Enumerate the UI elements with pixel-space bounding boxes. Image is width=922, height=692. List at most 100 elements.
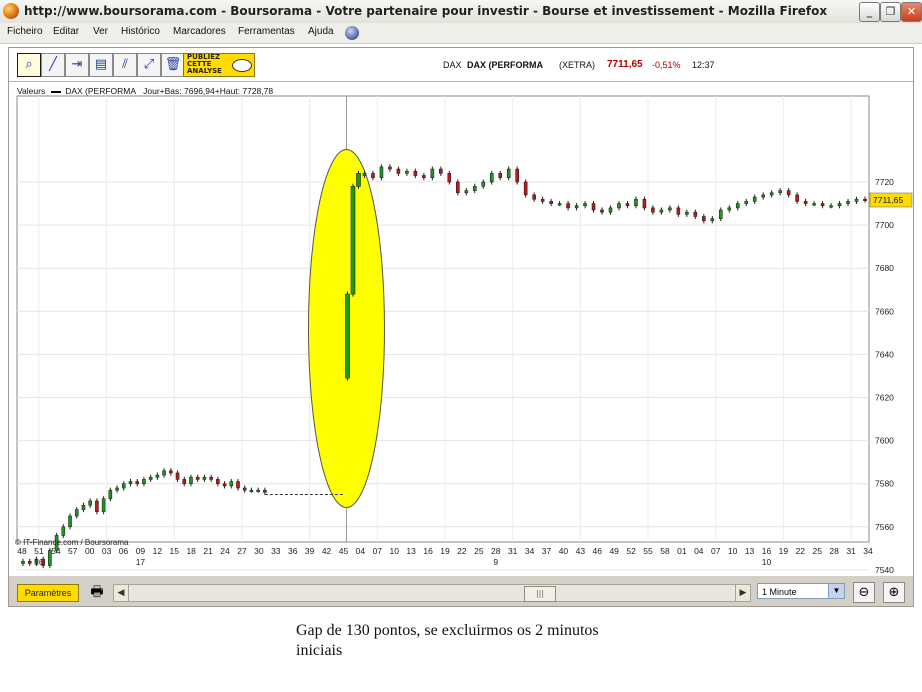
x-tick-label: 16 <box>423 546 433 556</box>
quote-time: 12:37 <box>692 60 715 70</box>
x-tick-label: 43 <box>576 546 586 556</box>
candle-day2 <box>668 207 672 211</box>
candle-day2 <box>625 203 630 207</box>
window-title: http://www.boursorama.com - Boursorama -… <box>24 4 828 18</box>
x-tick-label: 31 <box>846 546 856 556</box>
scroll-thumb[interactable]: ||| <box>524 586 556 602</box>
firefox-icon <box>3 3 19 19</box>
dropdown-arrow-icon[interactable]: ▼ <box>828 584 844 598</box>
publish-analysis-button[interactable]: PUBLIEZ CETTE ANALYSE <box>183 53 255 77</box>
horizontal-scrollbar[interactable]: ◀ ||| ▶ <box>113 584 751 602</box>
x-tick-label: 34 <box>525 546 535 556</box>
candle-day2 <box>702 216 706 222</box>
candle-day2 <box>506 168 511 178</box>
candle-day2 <box>710 218 715 222</box>
candle-day2 <box>574 205 579 209</box>
candle-day1 <box>155 474 160 478</box>
x-tick-label: 19 <box>779 546 789 556</box>
candle-day1 <box>115 487 119 491</box>
candle-day1 <box>162 470 166 476</box>
candle-day1 <box>236 481 240 489</box>
candle-day1 <box>61 526 66 536</box>
channel-tool-icon[interactable]: ⤢ <box>137 53 161 77</box>
restore-button[interactable]: ❐ <box>880 2 901 22</box>
x-tick-label: 54 <box>51 546 61 556</box>
caption-line-2: iniciais <box>296 642 343 659</box>
y-tick-label: 7680 <box>875 263 894 273</box>
y-tick-label: 7620 <box>875 393 894 403</box>
candle-gap-open <box>345 293 350 379</box>
menu-history[interactable]: Histórico <box>121 26 160 37</box>
menu-view[interactable]: Ver <box>93 26 108 37</box>
zoom-in-icon[interactable]: ⊕ <box>883 582 905 603</box>
candle-day2 <box>642 198 647 209</box>
scroll-right-arrow-icon[interactable]: ▶ <box>735 585 750 601</box>
x-tick-label: 42 <box>322 546 332 556</box>
plot-frame <box>16 95 870 543</box>
last-price-label: 7711,65 <box>873 195 903 205</box>
x-tick-label: 51 <box>34 546 44 556</box>
candle-day2 <box>515 168 519 183</box>
printer-icon[interactable]: 🖶 <box>87 583 107 601</box>
menu-edit[interactable]: Editar <box>53 26 79 37</box>
candlestick-chart[interactable]: 7540 7560 7580 7600 7620 7640 7660 7680 7700 7720… <box>9 82 913 576</box>
horizontal-line-tool-icon[interactable]: ⇥ <box>65 53 89 77</box>
candle-day2 <box>651 207 655 213</box>
parallel-lines-tool-icon[interactable]: ⫽ <box>113 53 137 77</box>
x-tick-label: 12 <box>153 546 163 556</box>
candle-day2 <box>566 203 570 209</box>
x-date-label: 17 <box>136 557 146 567</box>
scroll-left-arrow-icon[interactable]: ◀ <box>114 585 129 601</box>
y-tick-label: 7700 <box>875 220 894 230</box>
candle-day1 <box>175 472 180 480</box>
y-tick-label: 7540 <box>875 565 894 575</box>
close-button[interactable]: ✕ <box>901 2 922 22</box>
candle-day2 <box>362 173 367 176</box>
x-tick-label: 31 <box>508 546 518 556</box>
candle-day1 <box>21 560 25 564</box>
x-tick-label: 58 <box>660 546 670 556</box>
fibonacci-tool-icon[interactable]: ▤ <box>89 53 113 77</box>
y-tick-label: 7720 <box>875 177 894 187</box>
candle-day1 <box>229 481 234 487</box>
candle-day2 <box>422 175 426 178</box>
zoom-out-icon[interactable]: ⊖ <box>853 582 875 603</box>
x-date-label: 9 <box>493 557 498 567</box>
x-tick-label: 49 <box>609 546 619 556</box>
candle-day2 <box>379 166 384 178</box>
zoom-select-icon[interactable]: ⌕ <box>17 53 41 77</box>
chart-credit: © IT-Finance.com / Boursorama <box>15 538 129 547</box>
annotation-caption: Gap de 130 pontos, se excluirmos os 2 mi… <box>296 621 599 661</box>
menu-file[interactable]: Ficheiro <box>7 26 43 37</box>
x-tick-label: 57 <box>68 546 78 556</box>
interval-select[interactable]: 1 Minute ▼ <box>757 583 845 599</box>
menu-bookmarks[interactable]: Marcadores <box>173 26 226 37</box>
chart-area[interactable]: Valeurs DAX (PERFORMA Jour+Bas: 7696,94+H… <box>9 82 913 576</box>
window-title-bar[interactable]: http://www.boursorama.com - Boursorama -… <box>0 0 922 24</box>
candle-day1 <box>263 489 267 493</box>
menu-help[interactable]: Ajuda <box>308 26 334 37</box>
candle-day2 <box>447 173 452 183</box>
trendline-tool-icon[interactable]: ╱ <box>41 53 65 77</box>
candle-day1 <box>74 509 79 517</box>
candle-day1 <box>148 476 153 480</box>
parameters-button[interactable]: Paramètres <box>17 584 79 602</box>
x-date-label: 16 <box>34 557 44 567</box>
quote-change: -0,51% <box>652 60 681 70</box>
x-tick-label: 22 <box>796 546 806 556</box>
candle-gap-open <box>356 173 361 187</box>
candle-day2 <box>795 194 799 202</box>
trash-icon[interactable]: 🗑 <box>161 53 185 77</box>
throbber-globe-icon <box>345 26 359 40</box>
candle-day2 <box>371 173 375 178</box>
candle-day2 <box>498 173 503 178</box>
candle-day2 <box>685 211 689 215</box>
candle-day2 <box>837 203 842 207</box>
x-tick-label: 04 <box>694 546 704 556</box>
menu-tools[interactable]: Ferramentas <box>238 26 295 37</box>
candle-day1 <box>242 487 247 491</box>
candle-day1 <box>216 479 220 485</box>
minimize-button[interactable]: _ <box>859 2 880 22</box>
y-tick-label: 7560 <box>875 522 894 532</box>
x-tick-label: 52 <box>626 546 636 556</box>
